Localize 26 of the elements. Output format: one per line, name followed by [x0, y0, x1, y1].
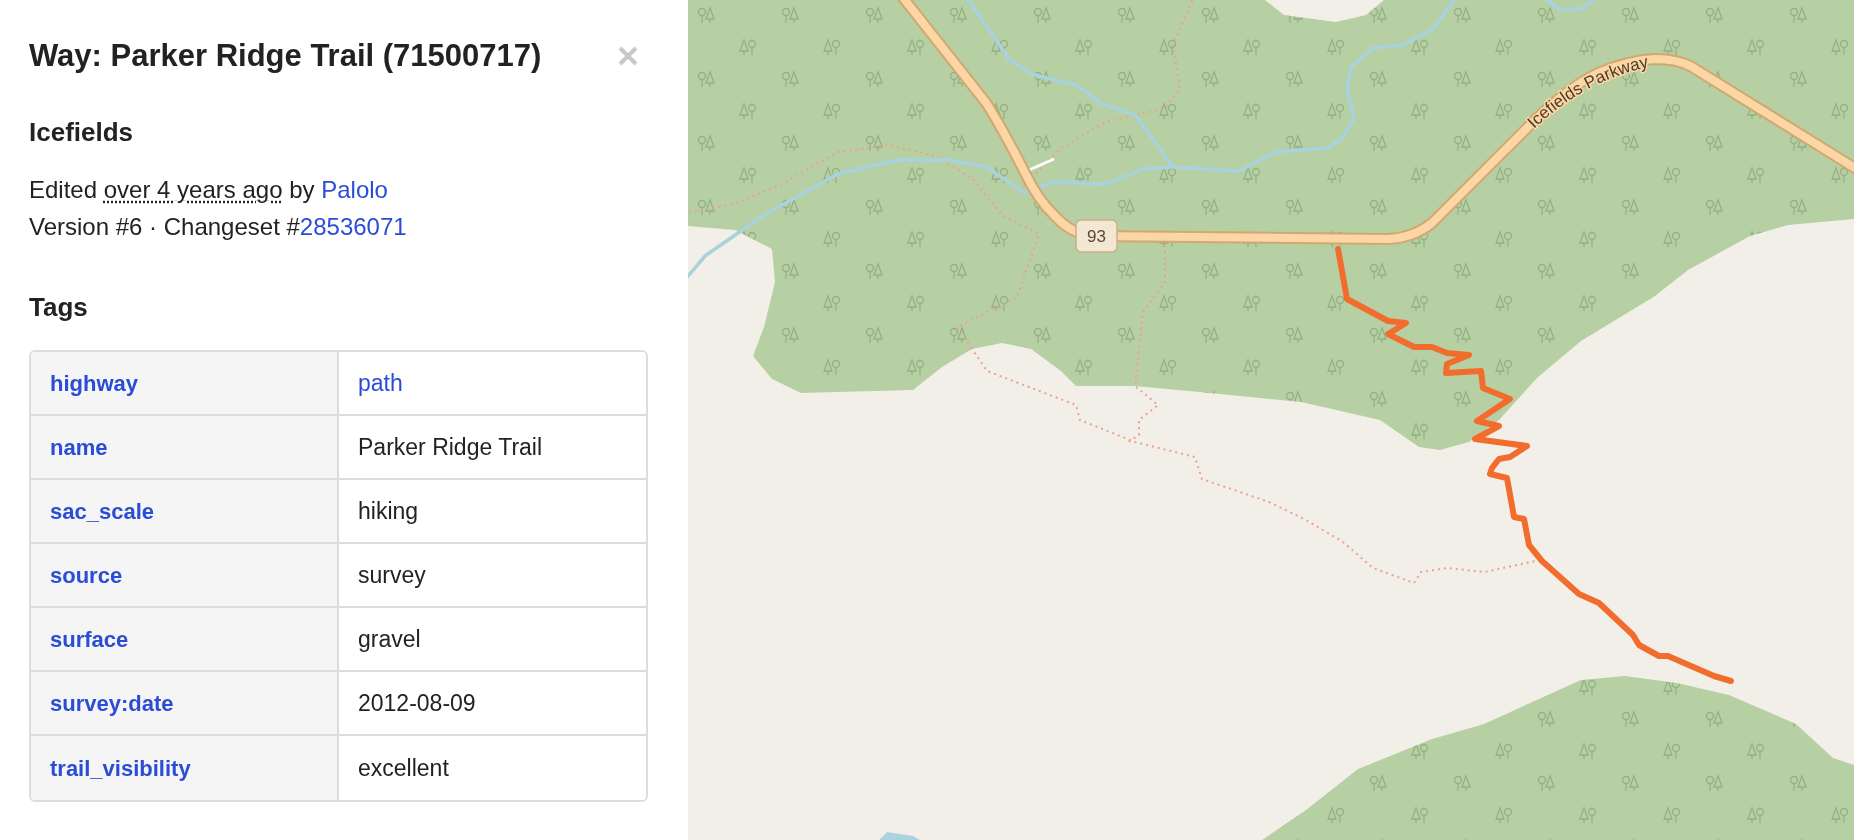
version-text: Version #6 · Changeset #28536071 — [29, 212, 408, 242]
tag-key-link[interactable]: name — [50, 434, 108, 460]
close-icon — [618, 45, 638, 66]
tag-value-text: survey — [358, 561, 426, 588]
tag-key-link[interactable]: sac_scale — [50, 498, 154, 524]
tag-key-link[interactable]: highway — [50, 370, 138, 396]
selected-trail-line[interactable] — [1335, 246, 1734, 684]
location-heading: Icefields — [29, 117, 135, 148]
tag-key-link[interactable]: source — [50, 562, 123, 588]
tag-value-text: excellent — [358, 754, 449, 781]
tag-value-link[interactable]: path — [358, 369, 403, 396]
lake-area — [879, 832, 920, 840]
tag-key-link[interactable]: surface — [50, 626, 129, 652]
tags-heading: Tags — [29, 292, 89, 323]
tag-key-link[interactable]: trail_visibility — [50, 755, 191, 781]
user-link[interactable]: Palolo — [321, 176, 388, 203]
way-title: Way: Parker Ridge Trail (71500717) — [29, 37, 542, 74]
tag-value-text: gravel — [358, 625, 421, 652]
bridge-line — [1028, 157, 1055, 172]
changeset-link[interactable]: 28536071 — [299, 213, 407, 240]
tag-value-text: hiking — [358, 497, 419, 524]
tag-key-link[interactable]: survey:date — [50, 690, 174, 716]
tag-value-text: Parker Ridge Trail — [358, 433, 543, 460]
edit-info-text: Edited over 4 years ago by Palolo — [29, 175, 389, 205]
route-shield: 93 — [1075, 219, 1118, 253]
tag-value-text: 2012-08-09 — [358, 689, 476, 716]
